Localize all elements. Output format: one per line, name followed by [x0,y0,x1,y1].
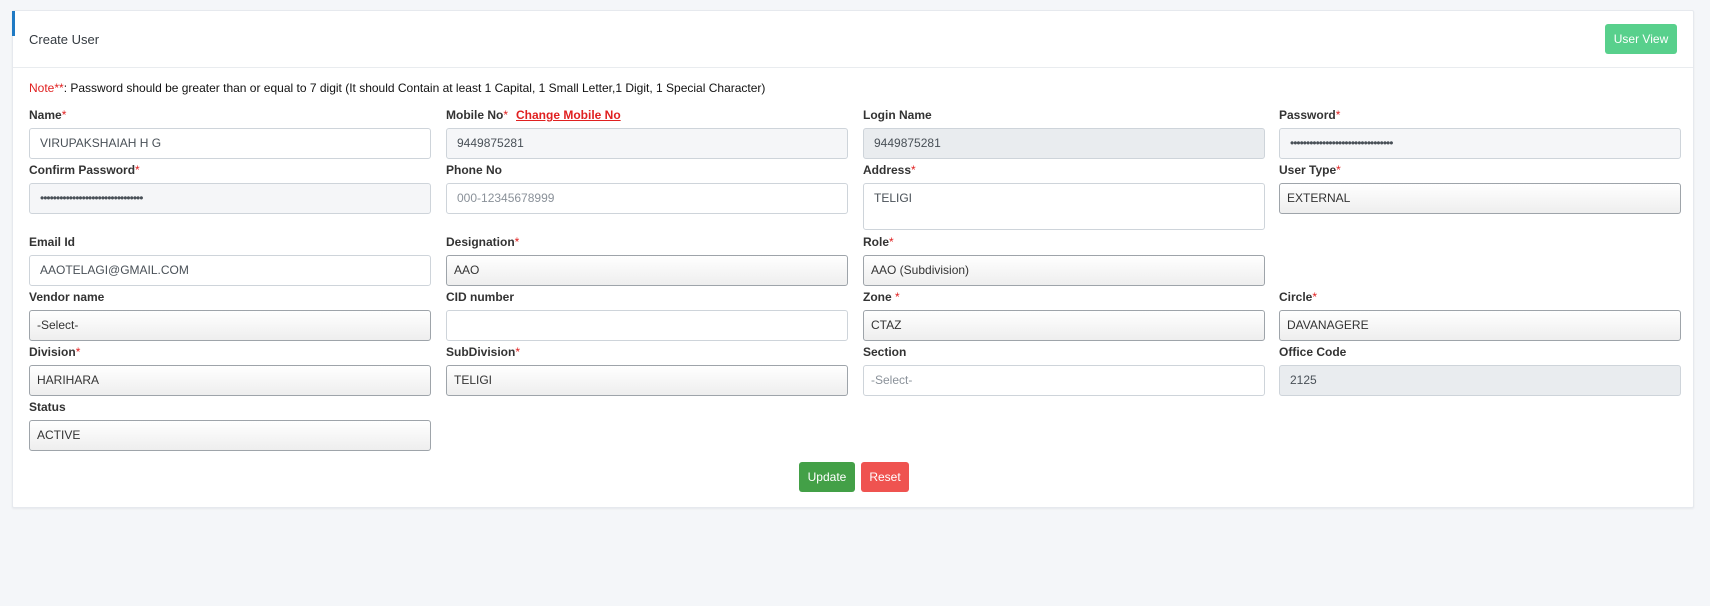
confirm-password-input[interactable]: •••••••••••••••••••••••••••••••• [29,183,431,214]
division-select[interactable]: HARIHARA [29,365,431,396]
vendor-select[interactable]: -Select- [29,310,431,341]
confirm-password-label: Confirm Password* [29,163,140,177]
address-label: Address* [863,163,916,177]
update-button[interactable]: Update [799,462,855,492]
designation-field-group: Designation* AAO [446,235,848,286]
vendor-label: Vendor name [29,290,105,304]
password-input[interactable]: •••••••••••••••••••••••••••••••• [1279,128,1681,159]
cid-label: CID number [446,290,515,304]
mobile-input[interactable]: 9449875281 [446,128,848,159]
confirm-password-field-group: Confirm Password* ••••••••••••••••••••••… [29,163,431,214]
office-code-input: 2125 [1279,365,1681,396]
user-type-field-group: User Type* EXTERNAL [1279,163,1681,214]
login-name-label: Login Name [863,108,932,122]
change-mobile-link[interactable]: Change Mobile No [516,108,621,122]
create-user-card: Create User User View Note**: Password s… [12,10,1694,508]
mobile-label: Mobile No* Change Mobile No [446,108,621,122]
password-field-group: Password* ••••••••••••••••••••••••••••••… [1279,108,1681,159]
zone-label: Zone * [863,290,900,304]
section-field-group: Section -Select- [863,345,1265,396]
circle-select[interactable]: DAVANAGERE [1279,310,1681,341]
address-textarea[interactable]: TELIGI [863,183,1265,230]
cid-field-group: CID number [446,290,848,341]
division-field-group: Division* HARIHARA [29,345,431,396]
email-input[interactable]: AAOTELAGI@GMAIL.COM [29,255,431,286]
designation-label: Designation* [446,235,520,249]
name-field-group: Name* VIRUPAKSHAIAH H G [29,108,431,159]
login-name-input: 9449875281 [863,128,1265,159]
note-prefix: Note** [29,81,64,95]
section-select[interactable]: -Select- [863,365,1265,396]
email-label: Email Id [29,235,76,249]
phone-field-group: Phone No 000-12345678999 [446,163,848,214]
top-strip [0,0,1710,8]
zone-select[interactable]: CTAZ [863,310,1265,341]
page-title: Create User [29,32,100,47]
subdivision-label: SubDivision* [446,345,521,359]
section-label: Section [863,345,907,359]
subdivision-field-group: SubDivision* TELIGI [446,345,848,396]
cid-input[interactable] [446,310,848,341]
login-name-field-group: Login Name 9449875281 [863,108,1265,159]
designation-select[interactable]: AAO [446,255,848,286]
status-label: Status [29,400,66,414]
phone-input[interactable]: 000-12345678999 [446,183,848,214]
reset-button[interactable]: Reset [861,462,909,492]
zone-field-group: Zone * CTAZ [863,290,1265,341]
user-type-label: User Type* [1279,163,1341,177]
status-select[interactable]: ACTIVE [29,420,431,451]
user-type-select[interactable]: EXTERNAL [1279,183,1681,214]
circle-field-group: Circle* DAVANAGERE [1279,290,1681,341]
office-code-label: Office Code [1279,345,1347,359]
role-label: Role* [863,235,894,249]
status-field-group: Status ACTIVE [29,400,431,451]
role-select[interactable]: AAO (Subdivision) [863,255,1265,286]
role-field-group: Role* AAO (Subdivision) [863,235,1265,286]
user-view-button[interactable]: User View [1605,24,1677,54]
circle-label: Circle* [1279,290,1318,304]
note-text: : Password should be greater than or equ… [63,81,766,95]
card-header: Create User User View [12,11,1693,68]
name-label: Name* [29,108,67,122]
password-label: Password* [1279,108,1341,122]
mobile-field-group: Mobile No* Change Mobile No 9449875281 [446,108,848,159]
phone-label: Phone No [446,163,502,177]
office-code-field-group: Office Code 2125 [1279,345,1681,396]
header-accent-bar [12,11,15,36]
password-note: Note**: Password should be greater than … [29,81,765,95]
name-input[interactable]: VIRUPAKSHAIAH H G [29,128,431,159]
division-label: Division* [29,345,81,359]
address-field-group: Address* TELIGI [863,163,1265,230]
email-field-group: Email Id AAOTELAGI@GMAIL.COM [29,235,431,286]
vendor-field-group: Vendor name -Select- [29,290,431,341]
subdivision-select[interactable]: TELIGI [446,365,848,396]
